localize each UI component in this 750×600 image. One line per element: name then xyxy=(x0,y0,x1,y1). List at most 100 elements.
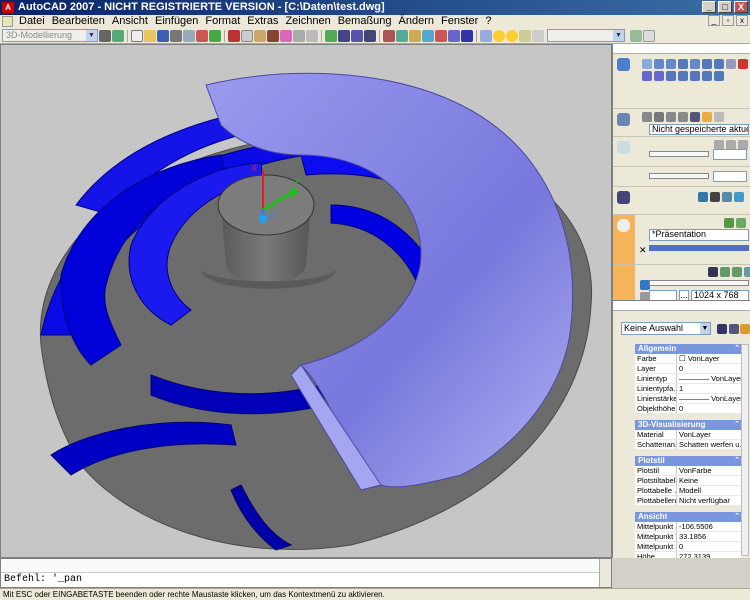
sun-time-field[interactable] xyxy=(713,171,747,182)
navigation-icon[interactable] xyxy=(617,113,630,126)
workspace-select[interactable]: 3D-Modellierung ▼ xyxy=(2,29,98,42)
polysolid-icon[interactable] xyxy=(726,59,736,69)
pan-icon[interactable] xyxy=(666,112,676,122)
category-allgemein[interactable]: Allgemein ⌃ xyxy=(635,344,742,354)
property-row[interactable]: Linientyp ———— VonLayer xyxy=(635,374,742,384)
close-icon[interactable]: ✕ xyxy=(639,245,647,256)
cut-icon[interactable] xyxy=(228,29,240,42)
torus-icon[interactable] xyxy=(714,59,724,69)
toolbar-options-icon[interactable] xyxy=(643,29,655,42)
selection-select[interactable]: Keine Auswahl ▼ xyxy=(621,322,711,335)
workspace-settings-icon[interactable] xyxy=(99,29,111,42)
render-icon[interactable] xyxy=(708,267,718,277)
category-3d-visualisierung[interactable]: 3D-Visualisierung ⌃ xyxy=(635,420,742,430)
wedge-icon[interactable] xyxy=(702,59,712,69)
view-select[interactable]: Nicht gespeicherte aktuelle Ansicht xyxy=(649,124,749,135)
sphere-icon[interactable] xyxy=(678,59,688,69)
workspace-icon[interactable] xyxy=(112,29,124,42)
render-quality-slider[interactable] xyxy=(649,280,749,286)
extrude-icon[interactable] xyxy=(666,71,676,81)
property-row[interactable]: Layer 0 xyxy=(635,364,742,374)
design-center-icon[interactable] xyxy=(396,29,408,42)
menu-extras[interactable]: Extras xyxy=(246,15,279,28)
loft-icon[interactable] xyxy=(702,71,712,81)
style-manager-icon[interactable] xyxy=(736,218,746,228)
3d-dwf-icon[interactable] xyxy=(209,29,221,42)
property-row[interactable]: Mittelpunkt Z0 xyxy=(635,542,742,552)
render-region-icon[interactable] xyxy=(720,267,730,277)
parallel-icon[interactable] xyxy=(714,112,724,122)
doc-close-button[interactable]: x xyxy=(736,15,748,26)
new-file-icon[interactable] xyxy=(131,29,143,42)
layer-on-icon[interactable] xyxy=(493,29,505,42)
render-window-icon[interactable] xyxy=(744,267,750,277)
named-views-icon[interactable] xyxy=(690,112,700,122)
sun-time-slider[interactable] xyxy=(649,173,709,179)
revolve-icon[interactable] xyxy=(678,71,688,81)
doc-restore-button[interactable]: ▫ xyxy=(722,15,734,26)
plot-preview-icon[interactable] xyxy=(183,29,195,42)
minimize-button[interactable]: _ xyxy=(702,1,716,13)
menu-fenster[interactable]: Fenster xyxy=(440,15,479,28)
cylinder-icon[interactable] xyxy=(654,59,664,69)
paste-icon[interactable] xyxy=(254,29,266,42)
visual-style-color-bar[interactable] xyxy=(649,245,749,251)
zoom-window-icon[interactable] xyxy=(351,29,363,42)
visual-style-icon[interactable] xyxy=(617,219,630,232)
property-row[interactable]: Linientypfa... 1 xyxy=(635,384,742,394)
material-editor-icon[interactable] xyxy=(734,192,744,202)
property-row[interactable]: Mittelpunkt X -106.5506 xyxy=(635,522,742,532)
property-row[interactable]: Plotstil VonFarbe xyxy=(635,466,742,476)
tool-palettes-icon[interactable] xyxy=(409,29,421,42)
layer-select[interactable]: ▼ xyxy=(547,29,625,42)
property-row[interactable]: Schattenan... Schatten werfen u... xyxy=(635,440,742,450)
union-icon[interactable] xyxy=(738,59,748,69)
drawing-viewport[interactable]: X Y Z xyxy=(0,44,612,558)
maximize-button[interactable]: □ xyxy=(718,1,732,13)
zoom-icon[interactable] xyxy=(654,112,664,122)
walk-icon[interactable] xyxy=(678,112,688,122)
open-file-icon[interactable] xyxy=(144,29,156,42)
light-icon[interactable] xyxy=(617,141,630,154)
document-icon[interactable] xyxy=(2,16,13,27)
zoom-realtime-icon[interactable] xyxy=(338,29,350,42)
publish-icon[interactable] xyxy=(196,29,208,42)
slice-icon[interactable] xyxy=(714,71,724,81)
cone-icon[interactable] xyxy=(666,59,676,69)
materials-icon[interactable] xyxy=(617,191,630,204)
layer-color-icon[interactable] xyxy=(532,29,544,42)
menu-bearbeiten[interactable]: Bearbeiten xyxy=(51,15,106,28)
property-row[interactable]: Linienstärke ———— VonLayer xyxy=(635,394,742,404)
layer-previous-icon[interactable] xyxy=(630,29,642,42)
intersect-icon[interactable] xyxy=(654,71,664,81)
property-row[interactable]: Plotstiltabelle Keine xyxy=(635,476,742,486)
command-window[interactable]: Befehl: '_pan xyxy=(0,558,612,588)
menu-format[interactable]: Format xyxy=(204,15,241,28)
property-row[interactable]: Plottabelle ... Modell xyxy=(635,486,742,496)
pan-icon[interactable] xyxy=(325,29,337,42)
material-browser-icon[interactable] xyxy=(698,192,708,202)
match-properties-icon[interactable] xyxy=(267,29,279,42)
pyramid-icon[interactable] xyxy=(690,59,700,69)
save-icon[interactable] xyxy=(157,29,169,42)
property-row[interactable]: Material VonLayer xyxy=(635,430,742,440)
property-row[interactable]: Objekthöhe 0 xyxy=(635,404,742,414)
3d-make-icon[interactable] xyxy=(617,58,630,71)
select-objects-icon[interactable] xyxy=(729,324,739,334)
close-button[interactable]: X xyxy=(734,1,748,13)
zoom-previous-icon[interactable] xyxy=(364,29,376,42)
menu-help[interactable]: ? xyxy=(484,15,492,28)
material-apply-icon[interactable] xyxy=(722,192,732,202)
properties-scrollbar[interactable] xyxy=(741,344,749,556)
redo-icon[interactable] xyxy=(306,29,318,42)
property-row[interactable]: Mittelpunkt Y 33.1856 xyxy=(635,532,742,542)
menu-einfuegen[interactable]: Einfügen xyxy=(154,15,199,28)
autocad-app-icon[interactable]: A xyxy=(2,2,14,13)
menu-aendern[interactable]: Ändern xyxy=(398,15,435,28)
sweep-icon[interactable] xyxy=(690,71,700,81)
render-settings-icon[interactable] xyxy=(732,267,742,277)
markup-icon[interactable] xyxy=(435,29,447,42)
properties-header[interactable] xyxy=(613,301,750,311)
command-scrollbar[interactable] xyxy=(599,559,611,587)
property-row[interactable]: Farbe ☐ VonLayer xyxy=(635,354,742,364)
